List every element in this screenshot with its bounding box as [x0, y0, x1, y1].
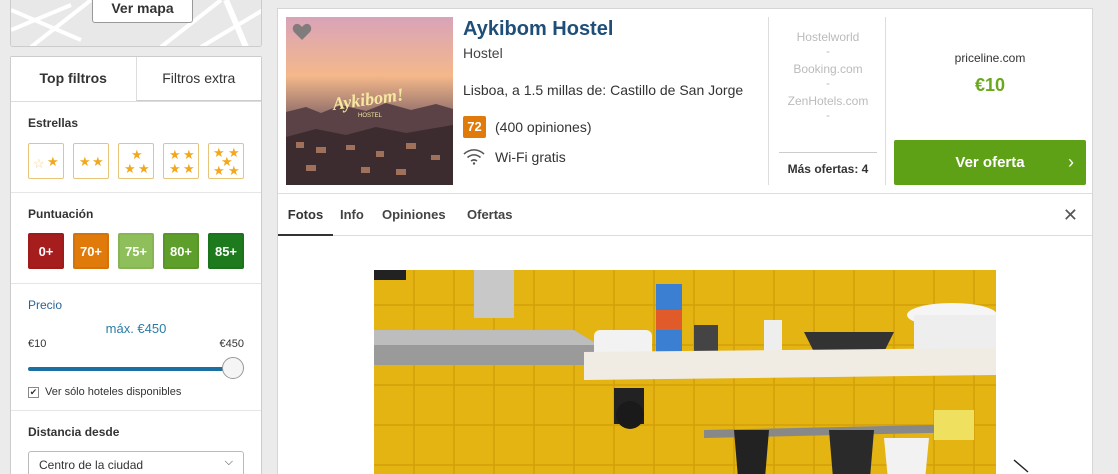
distance-select[interactable]: Centro de la ciudad ⌵	[28, 451, 244, 474]
rating-filter-title: Puntuación	[28, 207, 94, 221]
price-max-label: máx. €450	[105, 321, 167, 336]
distance-filter-section: Distancia desde Centro de la ciudad ⌵	[11, 411, 261, 474]
next-photo-icon[interactable]	[1010, 458, 1034, 474]
star-icon: ★	[138, 161, 150, 176]
wifi-icon	[463, 149, 485, 165]
star-icon: ★	[124, 161, 136, 176]
amenity-row: Wi-Fi gratis	[463, 149, 566, 165]
price-slider[interactable]	[28, 356, 244, 380]
best-deal-price[interactable]: €10	[894, 75, 1086, 96]
best-deal-site: priceline.com	[954, 51, 1026, 65]
rating-filter-75[interactable]: 75+	[118, 233, 154, 269]
star-icon: ★	[228, 163, 240, 178]
tab-deals[interactable]: Ofertas	[467, 194, 513, 236]
price-slider-handle[interactable]	[222, 357, 244, 379]
star-filter-4[interactable]: ★ ★ ★ ★	[163, 143, 199, 179]
hotel-name[interactable]: Aykibom Hostel	[463, 18, 613, 41]
chevron-down-icon: ⌵	[224, 456, 233, 468]
price-min: €10	[28, 338, 47, 350]
star-filter-5[interactable]: ★ ★ ★ ★ ★	[208, 143, 244, 179]
star-icon: ★	[169, 161, 181, 176]
other-site-price: -	[826, 76, 830, 90]
star-icon: ★	[131, 147, 143, 162]
hotel-location[interactable]: Lisboa, a 1.5 millas de: Castillo de San…	[463, 82, 743, 98]
distance-selected-value: Centro de la ciudad	[39, 458, 144, 472]
view-deal-label: Ver oferta	[955, 154, 1025, 171]
view-map-button[interactable]: Ver mapa	[92, 0, 193, 23]
star-icon: ★	[47, 154, 59, 169]
filters-panel: Top filtros Filtros extra Estrellas ☆ ★ …	[10, 56, 262, 474]
rating-filter-85[interactable]: 85+	[208, 233, 244, 269]
amenity-label: Wi-Fi gratis	[495, 149, 566, 165]
price-slider-track	[28, 367, 234, 371]
star-icon: ★	[92, 154, 104, 169]
stars-filter-title: Estrellas	[28, 116, 79, 130]
star-icon: ★	[169, 147, 181, 162]
price-range: €10 €450	[28, 338, 244, 350]
other-site-price: -	[826, 44, 830, 58]
tab-reviews[interactable]: Opiniones	[382, 194, 446, 236]
chevron-right-icon: ›	[1068, 152, 1074, 172]
tab-top-filters[interactable]: Top filtros	[11, 57, 136, 101]
view-deal-button[interactable]: Ver oferta ›	[894, 140, 1086, 185]
heart-icon[interactable]	[292, 23, 312, 41]
kitchen-photo-image	[374, 270, 996, 474]
star-icon: ★	[183, 161, 195, 176]
detail-tabs: Fotos Info Opiniones Ofertas ✕	[278, 193, 1092, 236]
stars-filter-section: Estrellas ☆ ★ ★ ★ ★ ★ ★ ★ ★ ★ ★ ★ ★ ★ ★ …	[11, 102, 261, 193]
hotel-photo[interactable]	[374, 270, 996, 474]
hotel-thumbnail[interactable]: Aykibom! HOSTEL	[286, 17, 453, 185]
available-only-checkbox[interactable]: ✔	[28, 386, 39, 398]
star-filter-3[interactable]: ★ ★ ★	[118, 143, 154, 179]
star-icon: ★	[183, 147, 195, 162]
rating-filter-section: Puntuación 0+ 70+ 75+ 80+ 85+	[11, 193, 261, 284]
distance-filter-title: Distancia desde	[28, 425, 120, 439]
available-only-row[interactable]: ✔ Ver sólo hoteles disponibles	[28, 386, 244, 410]
tab-extra-filters[interactable]: Filtros extra	[135, 57, 261, 101]
star-filter-1[interactable]: ☆ ★	[28, 143, 64, 179]
filter-tabs: Top filtros Filtros extra	[11, 57, 261, 102]
map-preview[interactable]: Ver mapa	[10, 0, 262, 47]
hotel-type: Hostel	[463, 45, 503, 61]
available-only-label: Ver sólo hoteles disponibles	[45, 386, 182, 398]
other-site-price: -	[826, 108, 830, 122]
stars-options: ☆ ★ ★ ★ ★ ★ ★ ★ ★ ★ ★ ★ ★ ★ ★ ★	[28, 143, 244, 192]
star-filter-2[interactable]: ★ ★	[73, 143, 109, 179]
more-offers-link[interactable]: Más ofertas: 4	[779, 152, 877, 176]
hostel-sign-subtext: HOSTEL	[358, 113, 383, 119]
tab-photos[interactable]: Fotos	[278, 194, 333, 236]
hotel-rating-row[interactable]: 72 (400 opiniones)	[463, 116, 592, 138]
hotel-result-card: Aykibom! HOSTEL Aykibom Hostel Hostel Li…	[277, 8, 1093, 474]
hotel-thumbnail-image: Aykibom! HOSTEL	[286, 17, 453, 185]
rating-filter-0[interactable]: 0+	[28, 233, 64, 269]
star-icon: ★	[79, 154, 91, 169]
rating-filter-80[interactable]: 80+	[163, 233, 199, 269]
other-sites-list: Hostelworld - Booking.com - ZenHotels.co…	[769, 27, 887, 122]
rating-badge: 72	[463, 116, 486, 138]
review-count: (400 opiniones)	[495, 119, 592, 135]
close-icon[interactable]: ✕	[1063, 194, 1078, 236]
star-icon: ☆	[33, 156, 45, 171]
rating-filter-70[interactable]: 70+	[73, 233, 109, 269]
star-icon: ★	[213, 163, 225, 178]
price-max: €450	[219, 338, 244, 350]
price-filter-section: Precio máx. €450 €10 €450 ✔ Ver sólo hot…	[11, 284, 261, 411]
rating-options: 0+ 70+ 75+ 80+ 85+	[28, 233, 244, 283]
price-filter-title: Precio	[28, 298, 63, 312]
tab-info[interactable]: Info	[340, 194, 364, 236]
